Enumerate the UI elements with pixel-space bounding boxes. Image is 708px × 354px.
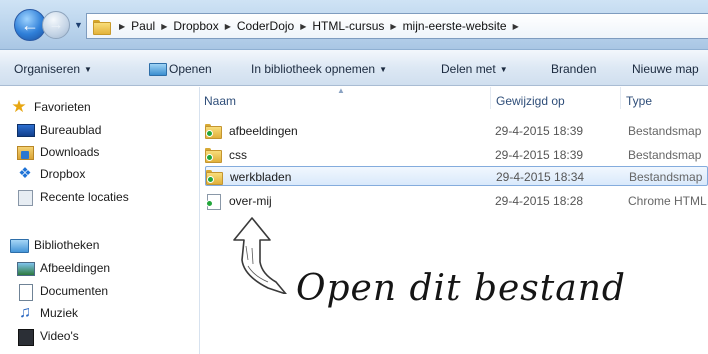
command-bar: Organiseren ▼ Openen In bibliotheek opnem… <box>0 50 708 86</box>
folder-icon <box>93 19 111 35</box>
chevron-down-icon: ▼ <box>499 65 508 74</box>
folder-icon <box>205 124 222 139</box>
breadcrumb-item[interactable]: CoderDojo <box>237 19 294 33</box>
breadcrumb: ▶ Paul ▶ Dropbox ▶ CoderDojo ▶ HTML-curs… <box>113 19 525 33</box>
chevron-right-icon[interactable]: ▶ <box>225 22 231 31</box>
annotation-text: Open dit bestand <box>296 268 626 309</box>
open-label: Openen <box>169 62 212 76</box>
file-type: Bestandsmap <box>629 170 703 184</box>
address-field[interactable]: ▶ Paul ▶ Dropbox ▶ CoderDojo ▶ HTML-curs… <box>86 13 708 39</box>
folder-icon <box>205 148 222 163</box>
nav-item-label: Video's <box>40 329 79 343</box>
column-header-name[interactable]: Naam <box>204 94 236 108</box>
nav-item-label: Muziek <box>40 306 79 320</box>
dropbox-icon: ❖ <box>18 165 32 182</box>
nav-item-label: Documenten <box>40 284 109 298</box>
open-folder-icon <box>149 62 167 76</box>
navigation-pane: ★ Favorieten Bureaublad Downloads ❖ Drop… <box>0 87 200 354</box>
column-divider[interactable] <box>490 87 491 109</box>
nav-item-label: Recente locaties <box>40 190 129 204</box>
desktop-icon <box>16 122 35 138</box>
file-type: Bestandsmap <box>628 124 702 138</box>
nav-item-label: Bureaublad <box>40 123 102 137</box>
new-folder-button[interactable]: Nieuwe map <box>632 62 699 76</box>
open-button[interactable]: Openen <box>149 62 212 76</box>
include-in-library-button[interactable]: In bibliotheek opnemen ▼ <box>251 62 387 76</box>
file-name: css <box>229 148 247 162</box>
recent-pages-dropdown-icon[interactable]: ▼ <box>74 20 83 30</box>
column-header-type[interactable]: Type <box>626 94 652 108</box>
chevron-right-icon[interactable]: ▶ <box>390 22 396 31</box>
downloads-folder-icon <box>16 144 34 160</box>
documents-icon <box>16 283 34 301</box>
file-type: Chrome HTML <box>628 194 707 208</box>
sync-check-icon <box>206 154 213 161</box>
nav-item-label: Downloads <box>40 145 100 159</box>
videos-icon <box>16 328 34 346</box>
star-icon: ★ <box>11 97 27 116</box>
address-bar-region: ← → ▼ ▶ Paul ▶ Dropbox ▶ CoderDojo ▶ HTM… <box>0 0 708 50</box>
nav-item-desktop[interactable]: Bureaublad <box>16 120 101 140</box>
breadcrumb-item[interactable]: mijn-eerste-website <box>403 19 507 33</box>
file-name: afbeeldingen <box>229 124 298 138</box>
nav-item-dropbox[interactable]: ❖ Dropbox <box>16 164 85 184</box>
nav-item-libraries[interactable]: Bibliotheken <box>10 235 99 255</box>
new-folder-label: Nieuwe map <box>632 62 699 76</box>
organize-label: Organiseren <box>14 62 81 76</box>
nav-item-recent-places[interactable]: Recente locaties <box>16 187 129 207</box>
include-library-label: In bibliotheek opnemen <box>251 62 376 76</box>
nav-item-label: Bibliotheken <box>34 238 100 252</box>
music-icon: ♫ <box>19 304 31 321</box>
pictures-icon <box>16 260 35 276</box>
nav-item-label: Favorieten <box>34 100 91 114</box>
nav-item-label: Dropbox <box>40 167 86 181</box>
file-row[interactable]: afbeeldingen 29-4-2015 18:39 Bestandsmap <box>205 121 708 141</box>
chevron-right-icon[interactable]: ▶ <box>161 22 167 31</box>
forward-button[interactable]: → <box>42 11 70 39</box>
forward-arrow-icon: → <box>48 16 64 33</box>
sync-check-icon <box>206 200 213 207</box>
nav-item-pictures[interactable]: Afbeeldingen <box>16 258 110 278</box>
file-name: werkbladen <box>230 170 292 184</box>
nav-item-favorites[interactable]: ★ Favorieten <box>10 97 91 117</box>
sync-check-icon <box>206 130 213 137</box>
nav-item-downloads[interactable]: Downloads <box>16 142 99 162</box>
share-with-button[interactable]: Delen met ▼ <box>441 62 508 76</box>
folder-icon <box>206 170 223 185</box>
file-name: over-mij <box>229 194 272 208</box>
chevron-down-icon: ▼ <box>84 65 92 74</box>
file-row[interactable]: over-mij 29-4-2015 18:28 Chrome HTML <box>205 191 708 211</box>
breadcrumb-item[interactable]: Paul <box>131 19 155 33</box>
burn-label: Branden <box>551 62 597 76</box>
file-row[interactable]: css 29-4-2015 18:39 Bestandsmap <box>205 145 708 165</box>
organize-button[interactable]: Organiseren ▼ <box>14 62 92 76</box>
file-date: 29-4-2015 18:39 <box>495 124 584 138</box>
chevron-right-icon[interactable]: ▶ <box>300 22 306 31</box>
file-date: 29-4-2015 18:28 <box>495 194 584 208</box>
sort-ascending-icon: ▲ <box>337 86 345 95</box>
file-type: Bestandsmap <box>628 148 702 162</box>
nav-item-label: Afbeeldingen <box>40 261 111 275</box>
nav-item-videos[interactable]: Video's <box>16 326 79 346</box>
recent-places-icon <box>16 189 34 206</box>
file-date: 29-4-2015 18:39 <box>495 148 584 162</box>
libraries-icon <box>10 237 29 253</box>
file-row-selected[interactable]: werkbladen 29-4-2015 18:34 Bestandsmap <box>205 166 708 186</box>
chevron-down-icon: ▼ <box>379 65 388 74</box>
sync-check-icon <box>207 176 214 183</box>
burn-button[interactable]: Branden <box>551 62 596 76</box>
chevron-right-icon[interactable]: ▶ <box>119 22 125 31</box>
file-date: 29-4-2015 18:34 <box>496 170 585 184</box>
breadcrumb-item[interactable]: Dropbox <box>173 19 218 33</box>
back-arrow-icon: ← <box>21 15 39 35</box>
chevron-right-icon[interactable]: ▶ <box>513 22 519 31</box>
breadcrumb-item[interactable]: HTML-cursus <box>312 19 384 33</box>
column-header-modified[interactable]: Gewijzigd op <box>496 94 565 108</box>
nav-item-documents[interactable]: Documenten <box>16 281 108 301</box>
html-file-icon <box>205 194 221 210</box>
share-label: Delen met <box>441 62 496 76</box>
nav-item-music[interactable]: ♫ Muziek <box>16 303 78 323</box>
column-divider[interactable] <box>620 87 621 109</box>
